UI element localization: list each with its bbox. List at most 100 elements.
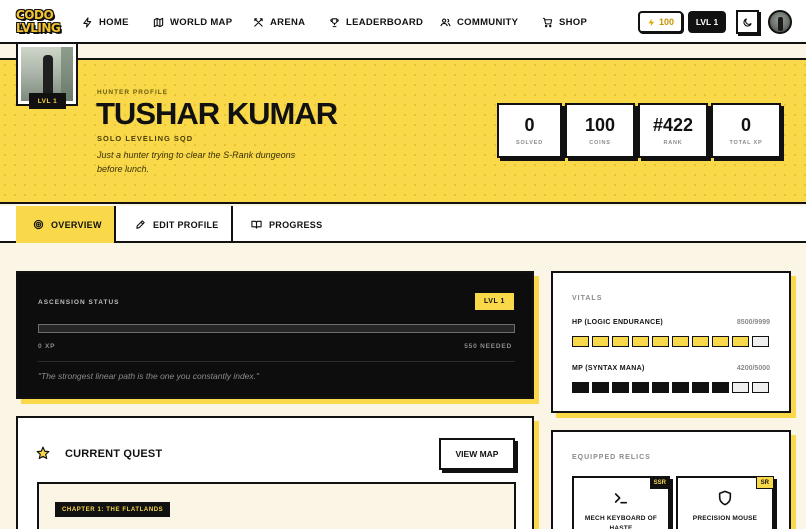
book-icon [251, 220, 262, 229]
bar-segment [592, 382, 609, 393]
stat-label: TOTAL XP [729, 140, 763, 146]
stat-value: 100 [584, 115, 616, 135]
tab-overview[interactable]: OVERVIEW [16, 206, 116, 243]
nav-world-map[interactable]: WORLD MAP [153, 0, 232, 44]
bar-segment [592, 336, 609, 347]
mp-value: 4200/5000 [736, 365, 770, 372]
relics-title: EQUIPPED RELICS [572, 454, 651, 461]
view-map-button[interactable]: VIEW MAP [439, 438, 515, 470]
bar-segment [652, 382, 669, 393]
hp-label: HP (LOGIC ENDURANCE) [572, 319, 664, 326]
bar-segment [572, 336, 589, 347]
tab-edit-profile[interactable]: EDIT PROFILE [117, 206, 233, 243]
swords-icon [254, 17, 263, 27]
relic-name: MECH KEYBOARD OF HASTE [584, 515, 658, 529]
xp-needed: 550 NEEDED [464, 343, 512, 350]
level-pill[interactable]: LVL 1 [688, 11, 726, 33]
stat-solved: 0 SOLVED [497, 103, 562, 158]
ascension-status-card: ASCENSION STATUS LVL 1 0 XP 550 NEEDED "… [16, 271, 534, 399]
users-icon [440, 18, 451, 26]
tab-overview-label: OVERVIEW [51, 219, 102, 230]
nav-world-map-label: WORLD MAP [170, 16, 233, 28]
equipped-relics-card: EQUIPPED RELICS SSR MECH KEYBOARD OF HAS… [551, 430, 791, 529]
nav-shop[interactable]: SHOP [542, 0, 587, 44]
bar-segment [732, 336, 749, 347]
mp-bar [572, 382, 769, 393]
logo-line-1: CODO [16, 8, 54, 22]
rarity-badge: SR [755, 476, 774, 489]
nav-leaderboard-label: LEADERBOARD [346, 16, 424, 28]
xp-progress-bar [38, 324, 515, 333]
top-nav: CODO LVLING HOME WORLD MAP ARENA LEADERB… [0, 0, 806, 44]
coins-count: 100 [658, 17, 675, 27]
nav-home-label: HOME [99, 16, 129, 28]
bar-segment [632, 336, 649, 347]
bar-segment [752, 382, 769, 393]
tab-edit-profile-label: EDIT PROFILE [153, 219, 219, 230]
ascension-quote: "The strongest linear path is the one yo… [38, 371, 260, 381]
stat-total-xp: 0 TOTAL XP [711, 103, 781, 158]
nav-shop-label: SHOP [559, 16, 588, 28]
terminal-icon [614, 493, 628, 504]
theme-toggle-button[interactable] [736, 10, 759, 34]
relic-item[interactable]: SR PRECISION MOUSE [676, 476, 774, 529]
mp-label: MP (SYNTAX MANA) [572, 365, 645, 372]
bar-segment [712, 336, 729, 347]
bar-segment [652, 336, 669, 347]
ascension-title: ASCENSION STATUS [38, 299, 120, 306]
nav-home[interactable]: HOME [82, 0, 129, 44]
quest-title: CURRENT QUEST [65, 448, 163, 460]
profile-tabs: OVERVIEW EDIT PROFILE PROGRESS [0, 206, 806, 243]
profile-stats: 0 SOLVED 100 COINS #422 RANK 0 TOTAL XP [497, 103, 786, 158]
shield-icon [718, 490, 732, 506]
portrait-level-badge: LVL 1 [29, 93, 66, 109]
bar-segment [692, 336, 709, 347]
bar-segment [612, 336, 629, 347]
profile-bio: Just a hunter trying to clear the S-Rank… [97, 150, 296, 174]
bar-segment [672, 382, 689, 393]
hp-bar [572, 336, 769, 347]
nav-community-label: COMMUNITY [457, 16, 519, 28]
stat-rank: #422 RANK [638, 103, 708, 158]
coins-pill[interactable]: 100 [638, 11, 683, 33]
nav-community[interactable]: COMMUNITY [440, 0, 518, 44]
quest-detail-panel: CHAPTER 1: THE FLATLANDS [37, 482, 516, 529]
xp-current: 0 XP [38, 343, 56, 350]
nav-arena[interactable]: ARENA [253, 0, 305, 44]
target-icon [33, 219, 44, 230]
stat-value: 0 [740, 115, 751, 135]
user-avatar-button[interactable] [768, 10, 792, 34]
pencil-icon [136, 220, 145, 229]
lightning-icon [648, 18, 655, 26]
relic-name: PRECISION MOUSE [692, 515, 758, 522]
lightning-icon [83, 16, 92, 28]
brand-logo[interactable]: CODO LVLING [16, 7, 61, 37]
map-icon [153, 17, 164, 27]
stat-value: 0 [524, 115, 535, 135]
stat-label: SOLVED [515, 140, 543, 146]
stat-label: RANK [663, 140, 683, 146]
moon-icon [743, 17, 752, 27]
tab-progress-label: PROGRESS [269, 219, 323, 230]
tab-progress[interactable]: PROGRESS [234, 206, 354, 243]
bar-segment [732, 382, 749, 393]
profile-name: TUSHAR KUMAR [96, 96, 338, 131]
bar-segment [612, 382, 629, 393]
vitals-title: VITALS [572, 295, 603, 302]
bar-segment [672, 336, 689, 347]
nav-leaderboard[interactable]: LEADERBOARD [329, 0, 423, 44]
nav-arena-label: ARENA [270, 16, 306, 28]
trophy-icon [330, 17, 339, 27]
bar-segment [572, 382, 589, 393]
hp-value: 8500/9999 [736, 319, 770, 326]
bar-segment [752, 336, 769, 347]
bar-segment [632, 382, 649, 393]
relic-item[interactable]: SSR MECH KEYBOARD OF HASTE [572, 476, 670, 529]
rarity-badge: SSR [649, 476, 670, 489]
profile-guild: SOLO LEVELING SQD [97, 134, 194, 143]
profile-label: HUNTER PROFILE [97, 89, 169, 96]
divider [38, 361, 515, 362]
logo-line-2: LVLING [16, 21, 61, 35]
current-quest-card: CURRENT QUEST VIEW MAP CHAPTER 1: THE FL… [16, 416, 534, 529]
stat-label: COINS [589, 140, 611, 146]
